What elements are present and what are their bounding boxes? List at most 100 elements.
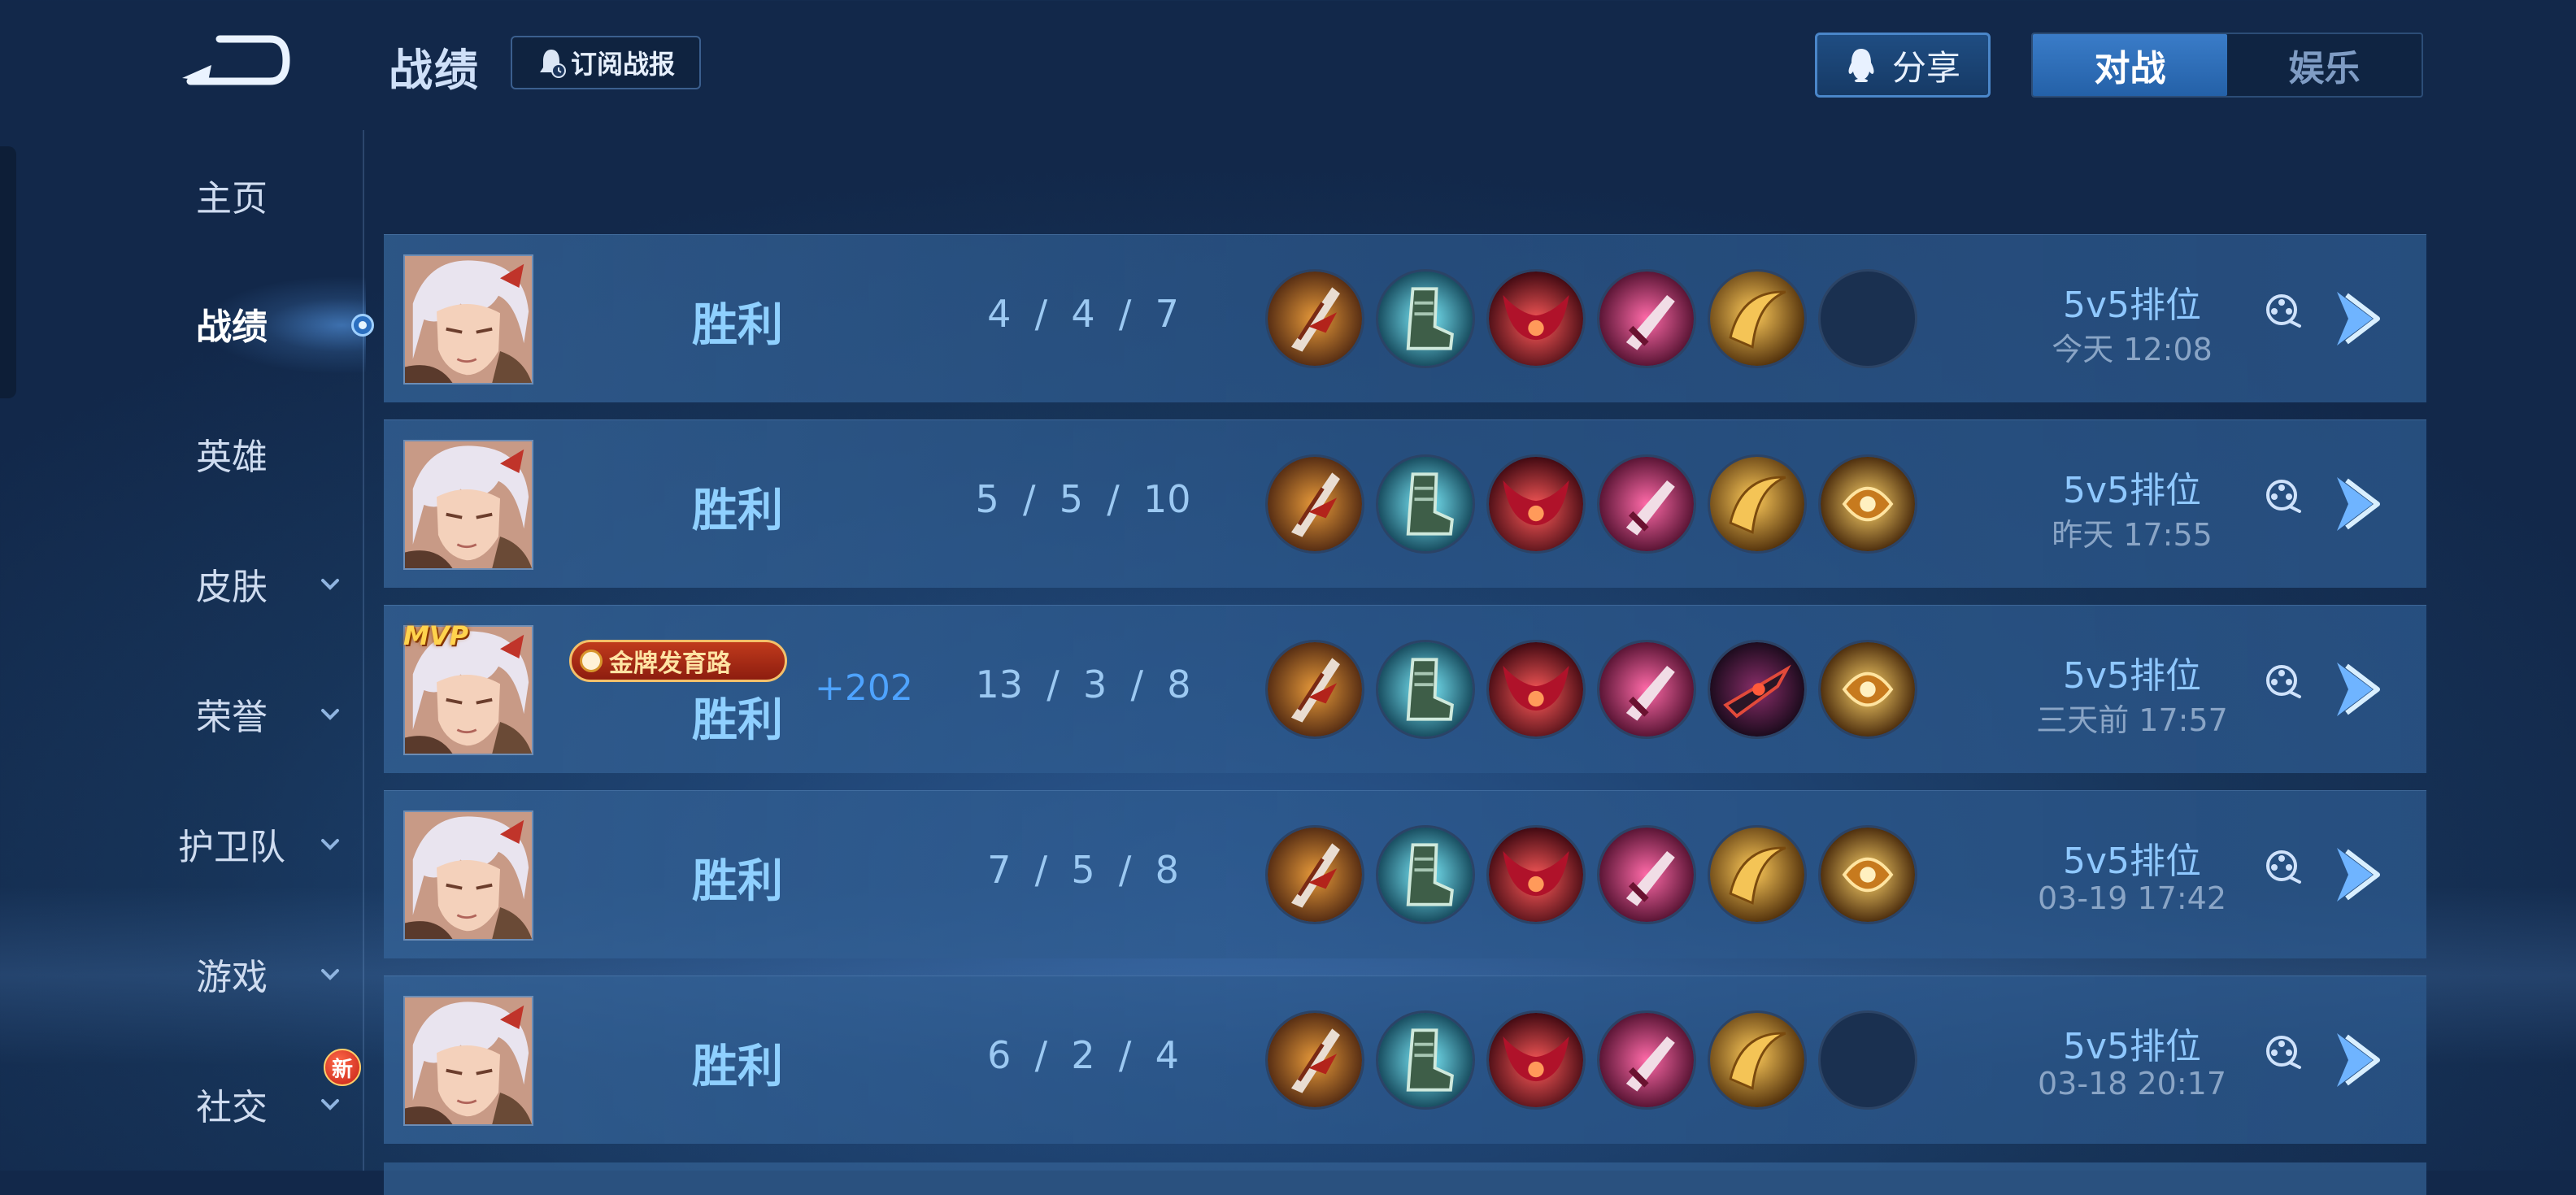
boots-item-icon [1376, 454, 1475, 554]
empty-item-slot [1818, 269, 1917, 368]
equipment-items [1265, 1010, 1917, 1110]
qq-penguin-icon [1848, 49, 1874, 82]
scythe-item-icon [1265, 269, 1364, 368]
pink-dagger-item-icon [1597, 269, 1696, 368]
crimson-mask-item-icon [1486, 825, 1586, 924]
chevron-down-icon [321, 579, 339, 590]
match-row[interactable]: 胜利 6 / 2 / 4 5v5排位 03-18 20:17 [384, 976, 2426, 1144]
hero-avatar [403, 440, 533, 570]
boots-item-icon [1376, 269, 1475, 368]
chevron-down-icon [321, 969, 339, 980]
match-time: 03-19 17:42 [2037, 880, 2226, 916]
chevron-right-icon[interactable] [2327, 841, 2389, 908]
tab-battle[interactable]: 对战 [2033, 34, 2227, 96]
match-mode: 5v5排位 [2062, 470, 2202, 511]
page-title: 战绩 [389, 45, 480, 96]
share-button[interactable]: 分享 [1815, 33, 1991, 98]
replay-film-icon[interactable] [2262, 476, 2304, 518]
sidebar-item-label: 主页 [196, 178, 268, 219]
chevron-down-icon [321, 709, 339, 720]
crimson-mask-item-icon [1486, 454, 1586, 554]
sidebar-item-games[interactable]: 游戏 [138, 933, 374, 1015]
match-result: 胜利 [692, 855, 783, 908]
match-row[interactable]: 胜利 13 / 3 / 8 5v5排位 三天前 17:57 MVP 金牌发育路 +2… [384, 605, 2426, 773]
chevron-right-icon[interactable] [2327, 656, 2389, 723]
match-row[interactable]: 胜利 7 / 5 / 8 5v5排位 03-19 17:42 [384, 790, 2426, 958]
mvp-label: MVP [403, 620, 469, 651]
sidebar-item-label: 皮肤 [196, 567, 268, 608]
match-result: 胜利 [692, 485, 783, 537]
medal-icon [580, 650, 603, 672]
kda-stats: 7 / 5 / 8 [987, 848, 1179, 892]
scythe-item-icon [1265, 454, 1364, 554]
sidebar-item-label: 护卫队 [178, 827, 285, 868]
match-time: 三天前 17:57 [2036, 702, 2228, 738]
match-row-partial[interactable] [384, 1162, 2426, 1195]
replay-film-icon[interactable] [2262, 1032, 2304, 1074]
sidebar-item-label: 荣誉 [196, 697, 268, 738]
golden-blade-item-icon [1708, 454, 1807, 554]
sidebar-item-home[interactable]: 主页 [138, 154, 374, 236]
chevron-right-icon[interactable] [2327, 471, 2389, 537]
subscribe-bell-icon [539, 50, 566, 78]
chevron-down-icon [321, 1099, 339, 1110]
dark-blade-item-icon [1708, 640, 1807, 739]
crimson-mask-item-icon [1486, 640, 1586, 739]
scythe-item-icon [1265, 640, 1364, 739]
chevron-right-icon[interactable] [2327, 285, 2389, 352]
hero-avatar [403, 996, 533, 1126]
sidebar-item-skins[interactable]: 皮肤 [138, 543, 374, 624]
scythe-item-icon [1265, 825, 1364, 924]
hero-avatar [403, 810, 533, 941]
match-mode: 5v5排位 [2062, 655, 2202, 697]
back-arrow-icon[interactable] [179, 31, 293, 89]
share-label: 分享 [1891, 47, 1960, 88]
kda-stats: 5 / 5 / 10 [975, 477, 1191, 521]
equipment-items [1265, 269, 1917, 368]
pink-dagger-item-icon [1597, 825, 1696, 924]
sidebar-item-heroes[interactable]: 英雄 [138, 413, 374, 494]
kda-stats: 6 / 2 / 4 [987, 1033, 1179, 1077]
match-result: 胜利 [692, 299, 783, 352]
crimson-mask-item-icon [1486, 1010, 1586, 1110]
chevron-down-icon [321, 839, 339, 850]
match-row[interactable]: 胜利 5 / 5 / 10 5v5排位 昨天 17:55 [384, 419, 2426, 588]
gold-orb-item-icon [1818, 825, 1917, 924]
sidebar-item-records[interactable]: 战绩 [138, 283, 374, 364]
replay-film-icon[interactable] [2262, 290, 2304, 332]
score-gain: +202 [815, 667, 913, 709]
sidebar-item-label: 社交 [196, 1087, 268, 1128]
chevron-right-icon[interactable] [2327, 1027, 2389, 1093]
sidebar-item-honors[interactable]: 荣誉 [138, 673, 374, 754]
match-row[interactable]: 胜利 4 / 4 / 7 5v5排位 今天 12:08 [384, 234, 2426, 402]
golden-blade-item-icon [1708, 269, 1807, 368]
replay-film-icon[interactable] [2262, 846, 2304, 889]
subscribe-label: 订阅战报 [570, 49, 675, 80]
kda-stats: 4 / 4 / 7 [987, 292, 1179, 336]
match-time: 今天 12:08 [2052, 332, 2213, 367]
boots-item-icon [1376, 825, 1475, 924]
mode-tab-group: 对战 娱乐 [2031, 33, 2423, 98]
sidebar-item-label: 英雄 [196, 437, 268, 478]
equipment-items [1265, 640, 1917, 739]
empty-item-slot [1818, 1010, 1917, 1110]
title-badge: 金牌发育路 [569, 640, 787, 682]
pink-dagger-item-icon [1597, 640, 1696, 739]
sidebar-item-guard-team[interactable]: 护卫队 [138, 803, 374, 884]
pink-dagger-item-icon [1597, 1010, 1696, 1110]
gold-orb-item-icon [1818, 640, 1917, 739]
equipment-items [1265, 825, 1917, 924]
gold-orb-item-icon [1818, 454, 1917, 554]
title-badge-label: 金牌发育路 [609, 650, 731, 678]
tab-entertainment[interactable]: 娱乐 [2227, 34, 2422, 96]
hero-avatar [403, 254, 533, 385]
replay-film-icon[interactable] [2262, 661, 2304, 703]
new-badge: 新 [324, 1049, 361, 1086]
subscribe-report-button[interactable]: 订阅战报 [511, 36, 701, 89]
crimson-mask-item-icon [1486, 269, 1586, 368]
match-mode: 5v5排位 [2062, 841, 2202, 882]
pink-dagger-item-icon [1597, 454, 1696, 554]
match-time: 昨天 17:55 [2052, 517, 2213, 553]
edge-handle [0, 146, 16, 398]
boots-item-icon [1376, 640, 1475, 739]
